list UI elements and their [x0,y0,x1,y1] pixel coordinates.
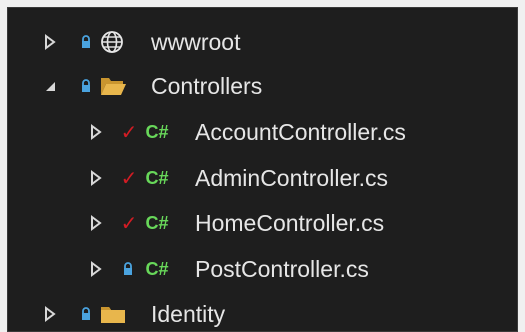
checkmark-icon: ✓ [120,166,138,190]
tree-item-label: Controllers [151,73,263,99]
collapse-arrow-icon[interactable] [42,64,58,108]
tree-item-home-controller[interactable]: ✓ C# HomeController.cs [8,201,517,245]
lock-icon [79,64,93,108]
expand-arrow-icon[interactable] [88,156,104,200]
csharp-file-icon: C# [145,122,169,142]
tree-item-label: AccountController.cs [195,119,406,145]
tree-item-wwwroot[interactable]: wwwroot [8,20,517,64]
expand-arrow-icon[interactable] [88,110,104,154]
expand-arrow-icon[interactable] [88,201,104,245]
folder-icon [98,292,128,331]
tree-item-identity[interactable]: Identity [8,292,517,331]
expand-arrow-icon[interactable] [88,247,104,291]
tree-item-label: HomeController.cs [195,210,385,236]
screenshot-canvas: wwwroot Controllers ✓ C# AccountControll… [0,0,525,332]
lock-icon [79,20,93,64]
tree-item-label: AdminController.cs [195,165,389,191]
csharp-file-icon: C# [145,213,169,233]
globe-icon [98,20,126,64]
tree-item-post-controller[interactable]: C# PostController.cs [8,247,517,291]
tree-item-label: Identity [151,301,226,327]
tree-item-label: PostController.cs [195,256,369,282]
csharp-file-icon: C# [145,168,169,188]
csharp-file-icon: C# [145,259,169,279]
solution-explorer-tree: wwwroot Controllers ✓ C# AccountControll… [7,7,518,332]
tree-item-label: wwwroot [151,29,241,55]
tree-item-admin-controller[interactable]: ✓ C# AdminController.cs [8,156,517,200]
tree-item-account-controller[interactable]: ✓ C# AccountController.cs [8,110,517,154]
lock-icon [79,292,93,331]
expand-arrow-icon[interactable] [42,20,58,64]
open-folder-icon [98,64,128,108]
checkmark-icon: ✓ [120,120,138,144]
checkmark-icon: ✓ [120,211,138,235]
expand-arrow-icon[interactable] [42,292,58,331]
lock-icon [121,247,135,291]
tree-item-controllers[interactable]: Controllers [8,64,517,108]
